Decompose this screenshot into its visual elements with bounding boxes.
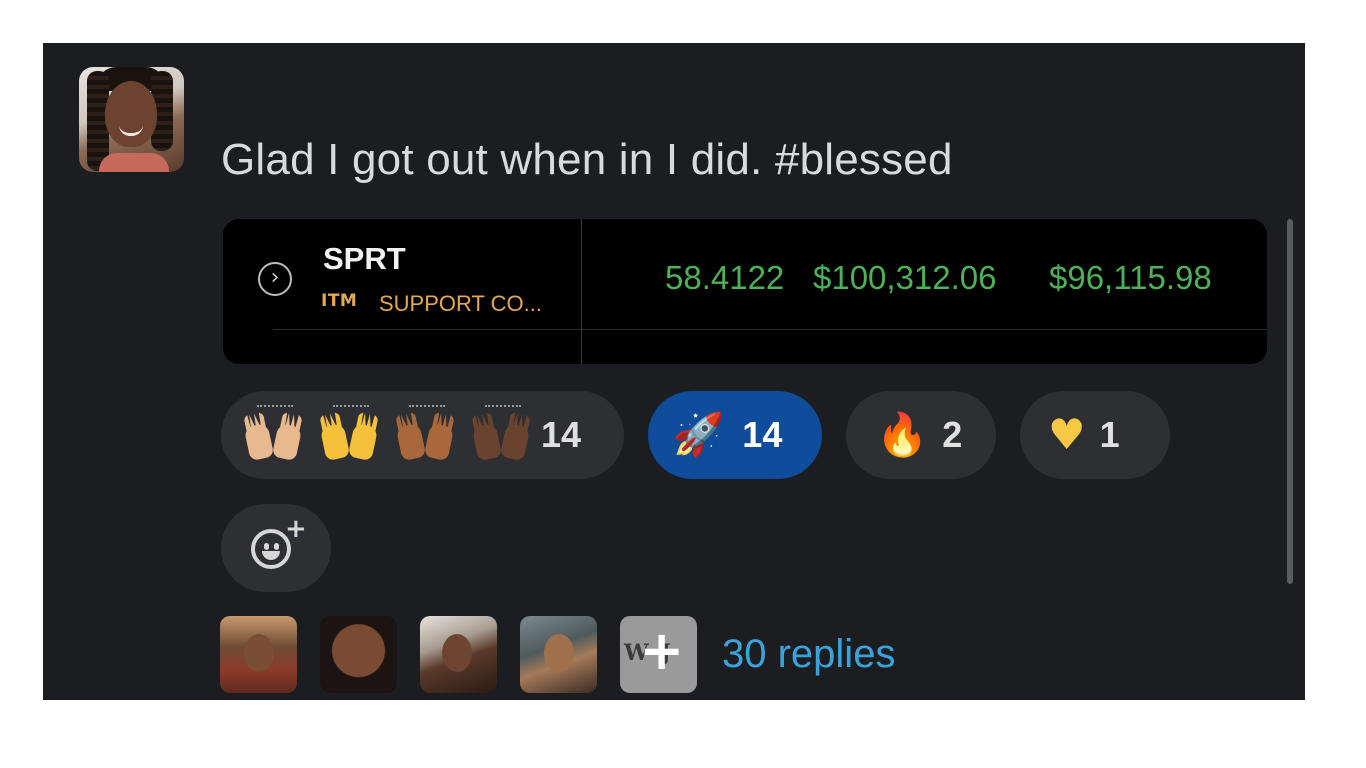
chevron-right-circle-icon[interactable]: › [258, 262, 292, 296]
raised-hands-icon [395, 405, 457, 465]
thread-replies[interactable]: W J + 30 replies [220, 616, 895, 693]
add-reaction-button[interactable]: + [221, 504, 331, 592]
reaction-rocket[interactable]: 🚀 14 [648, 391, 822, 479]
replier-avatar[interactable] [220, 616, 297, 693]
stock-ticker: SPRT [323, 241, 406, 276]
reaction-count: 1 [1099, 414, 1120, 455]
replies-link[interactable]: 30 replies [722, 632, 895, 677]
reaction-count: 2 [942, 414, 963, 455]
plus-icon: + [639, 619, 685, 682]
author-avatar[interactable] [79, 67, 184, 172]
message-panel: Glad I got out when in I did. #blessed ›… [43, 43, 1305, 700]
replier-avatar[interactable] [420, 616, 497, 693]
stock-market-value: $100,312.06 [813, 259, 997, 296]
reaction-fire[interactable]: 🔥 2 [846, 391, 996, 479]
scrollbar[interactable] [1287, 219, 1293, 584]
raised-hands-icon [319, 405, 381, 465]
plus-icon: + [285, 514, 307, 544]
more-repliers-avatar[interactable]: W J + [620, 616, 697, 693]
replier-avatar[interactable] [320, 616, 397, 693]
raised-hands-icon [243, 405, 305, 465]
itm-badge: ITM [321, 291, 358, 311]
fire-icon: 🔥 [876, 410, 929, 459]
stock-cost-basis: $96,115.98 [1049, 259, 1212, 296]
reaction-count: 14 [541, 414, 582, 455]
message-text: Glad I got out when in I did. #blessed [221, 135, 953, 184]
reaction-yellow-heart[interactable]: ♥ 1 [1020, 391, 1170, 479]
reaction-count: 14 [742, 414, 783, 455]
replier-avatar[interactable] [520, 616, 597, 693]
card-divider [273, 329, 1267, 330]
stock-quantity: 58.4122 [665, 259, 785, 296]
rocket-icon: 🚀 [672, 410, 725, 459]
stock-card[interactable]: › SPRT ITM SUPPORT CO... 58.4122 $100,31… [223, 219, 1267, 364]
yellow-heart-icon: ♥ [1048, 410, 1086, 459]
reaction-raised-hands[interactable]: 14 [221, 391, 624, 479]
company-name: SUPPORT CO... [379, 291, 543, 316]
card-divider [581, 219, 582, 364]
raised-hands-icon [471, 405, 533, 465]
